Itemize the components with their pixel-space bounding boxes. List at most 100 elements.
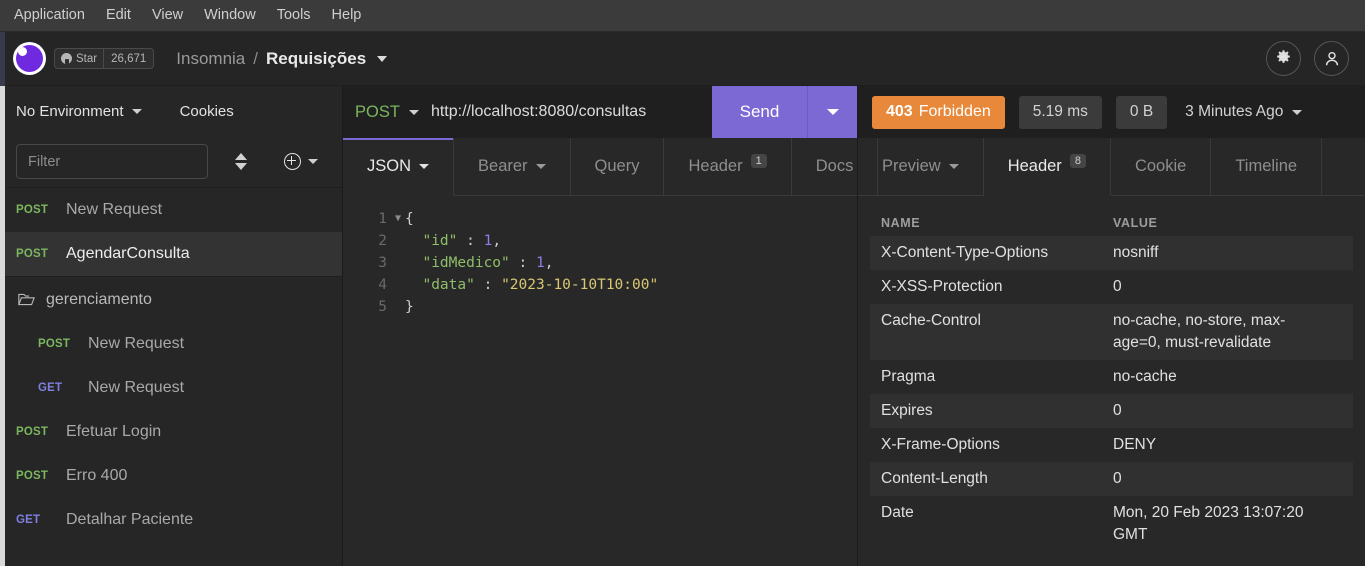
request-method-label: POST [16, 248, 49, 260]
window-edge-strip [0, 32, 5, 566]
table-row: Cache-Control no-cache, no-store, max-age… [870, 304, 1353, 360]
tab-header[interactable]: Header 1 [664, 138, 792, 195]
request-name-label: New Request [66, 201, 163, 218]
account-button[interactable] [1314, 41, 1349, 76]
menu-item-application[interactable]: Application [14, 8, 85, 23]
tab-header[interactable]: Header 8 [983, 138, 1111, 196]
sort-icon [235, 153, 247, 160]
send-button[interactable]: Send [712, 86, 807, 138]
chevron-down-icon [1292, 109, 1303, 115]
github-icon [61, 53, 72, 64]
tab-preview[interactable]: Preview [858, 138, 984, 195]
request-tabs: JSON Bearer Query Header 1 Docs [343, 138, 879, 196]
column-header-value: VALUE [1113, 216, 1158, 230]
insomnia-window: Application Edit View Window Tools Help Star … [0, 0, 1365, 566]
status-text: Forbidden [918, 103, 991, 120]
tab-label: JSON [367, 157, 412, 175]
header-name-cell: Content-Length [881, 470, 988, 487]
request-list-item[interactable]: GET Detalhar Paciente [0, 498, 342, 542]
chevron-down-icon [535, 164, 546, 169]
cookies-button[interactable]: Cookies [180, 103, 234, 120]
status-badge[interactable]: 403 Forbidden [872, 95, 1005, 129]
http-method-selector[interactable]: POST [343, 86, 431, 138]
menu-item-view[interactable]: View [152, 8, 183, 23]
column-header-name: NAME [881, 216, 921, 230]
tab-label: Preview [882, 157, 941, 175]
url-bar: POST http://localhost:8080/consultas Sen… [343, 86, 857, 138]
plus-circle-icon [284, 153, 301, 170]
request-name-label: New Request [88, 379, 185, 396]
github-star-badge[interactable]: Star 26,671 [54, 48, 155, 69]
chevron-down-icon[interactable] [377, 55, 388, 62]
send-options-button[interactable] [807, 86, 857, 138]
folder-item[interactable]: gerenciamento [0, 276, 342, 322]
folder-icon [18, 293, 35, 306]
tab-query[interactable]: Query [571, 138, 665, 195]
breadcrumb-workspace[interactable]: Insomnia [176, 49, 245, 69]
tab-badge: 1 [750, 153, 767, 168]
github-star-label: Star [76, 52, 98, 65]
app-header: Star 26,671 Insomnia / Requisições [0, 32, 1365, 86]
request-list-item[interactable]: POST AgendarConsulta [0, 232, 342, 276]
response-time[interactable]: 5.19 ms [1018, 95, 1102, 129]
request-list-item[interactable]: POST Efetuar Login [0, 410, 342, 454]
breadcrumb-separator: / [253, 48, 258, 68]
sort-button[interactable] [230, 149, 252, 175]
tab-badge: 8 [1069, 153, 1086, 168]
table-row: X-Frame-Options DENY [870, 428, 1353, 462]
environment-selector[interactable]: No Environment [16, 103, 142, 120]
request-list-item[interactable]: POST New Request [0, 188, 342, 232]
line-number: 3 [378, 255, 387, 271]
tab-bearer[interactable]: Bearer [454, 138, 571, 195]
code-text: } [405, 299, 414, 315]
table-header-row: NAME VALUE [870, 196, 1353, 236]
breadcrumb[interactable]: Insomnia / Requisições [176, 48, 388, 69]
response-headers-table: NAME VALUE X-Content-Type-Options nosniff… [858, 196, 1365, 566]
table-row: Expires 0 [870, 394, 1353, 428]
request-method-label: POST [38, 338, 71, 350]
breadcrumb-current[interactable]: Requisições [266, 49, 366, 69]
request-name-label: Efetuar Login [66, 423, 162, 440]
request-body-editor[interactable]: 1 ▼{2 "id" : 1, 3 "idMedico" : 1, 4 "data" … [343, 196, 857, 566]
request-method-label: GET [16, 514, 41, 526]
tab-label: Docs [815, 157, 854, 175]
header-value-cell: no-cache [1113, 368, 1177, 385]
add-request-button[interactable] [284, 153, 318, 170]
response-size[interactable]: 0 B [1115, 95, 1168, 129]
url-input[interactable]: http://localhost:8080/consultas [431, 86, 712, 138]
header-value-cell: 0 [1113, 470, 1122, 487]
code-text: { [405, 211, 414, 227]
header-name-cell: X-XSS-Protection [881, 278, 1003, 295]
account-icon [1325, 51, 1338, 65]
header-name-cell: Expires [881, 402, 933, 419]
fold-toggle-icon[interactable]: ▼ [391, 208, 405, 230]
request-list-item[interactable]: POST New Request [0, 322, 342, 366]
response-history-selector[interactable]: 3 Minutes Ago [1185, 103, 1303, 121]
menu-item-window[interactable]: Window [204, 8, 256, 23]
header-value-cell: nosniff [1113, 244, 1159, 261]
settings-button[interactable] [1266, 41, 1301, 76]
line-number: 5 [378, 299, 387, 315]
tab-cookie[interactable]: Cookie [1111, 138, 1212, 195]
search-input[interactable] [16, 144, 208, 179]
tab-timeline[interactable]: Timeline [1211, 138, 1323, 195]
request-method-label: POST [16, 204, 49, 216]
sidebar: No Environment Cookies POST New Request PO… [0, 86, 343, 566]
github-star-count: 26,671 [103, 49, 153, 68]
header-name-cell: Pragma [881, 368, 936, 385]
request-list-item[interactable]: GET New Request [0, 366, 342, 410]
code-text: "idMedico" : 1, [422, 255, 554, 271]
fold-toggle-icon [391, 296, 405, 318]
menu-item-help[interactable]: Help [332, 8, 362, 23]
header-name-cell: Date [881, 504, 914, 521]
request-method-label: POST [16, 470, 49, 482]
os-menu-bar: Application Edit View Window Tools Help [0, 0, 1365, 32]
chevron-down-icon [419, 164, 430, 169]
code-line: 2 "id" : 1, [343, 230, 857, 252]
tab-json[interactable]: JSON [343, 138, 455, 196]
menu-item-edit[interactable]: Edit [106, 8, 131, 23]
menu-item-tools[interactable]: Tools [277, 8, 311, 23]
request-method-label: POST [16, 426, 49, 438]
request-list-item[interactable]: POST Erro 400 [0, 454, 342, 498]
response-pane: 403 Forbidden 5.19 ms 0 B 3 Minutes Ago … [858, 86, 1365, 566]
